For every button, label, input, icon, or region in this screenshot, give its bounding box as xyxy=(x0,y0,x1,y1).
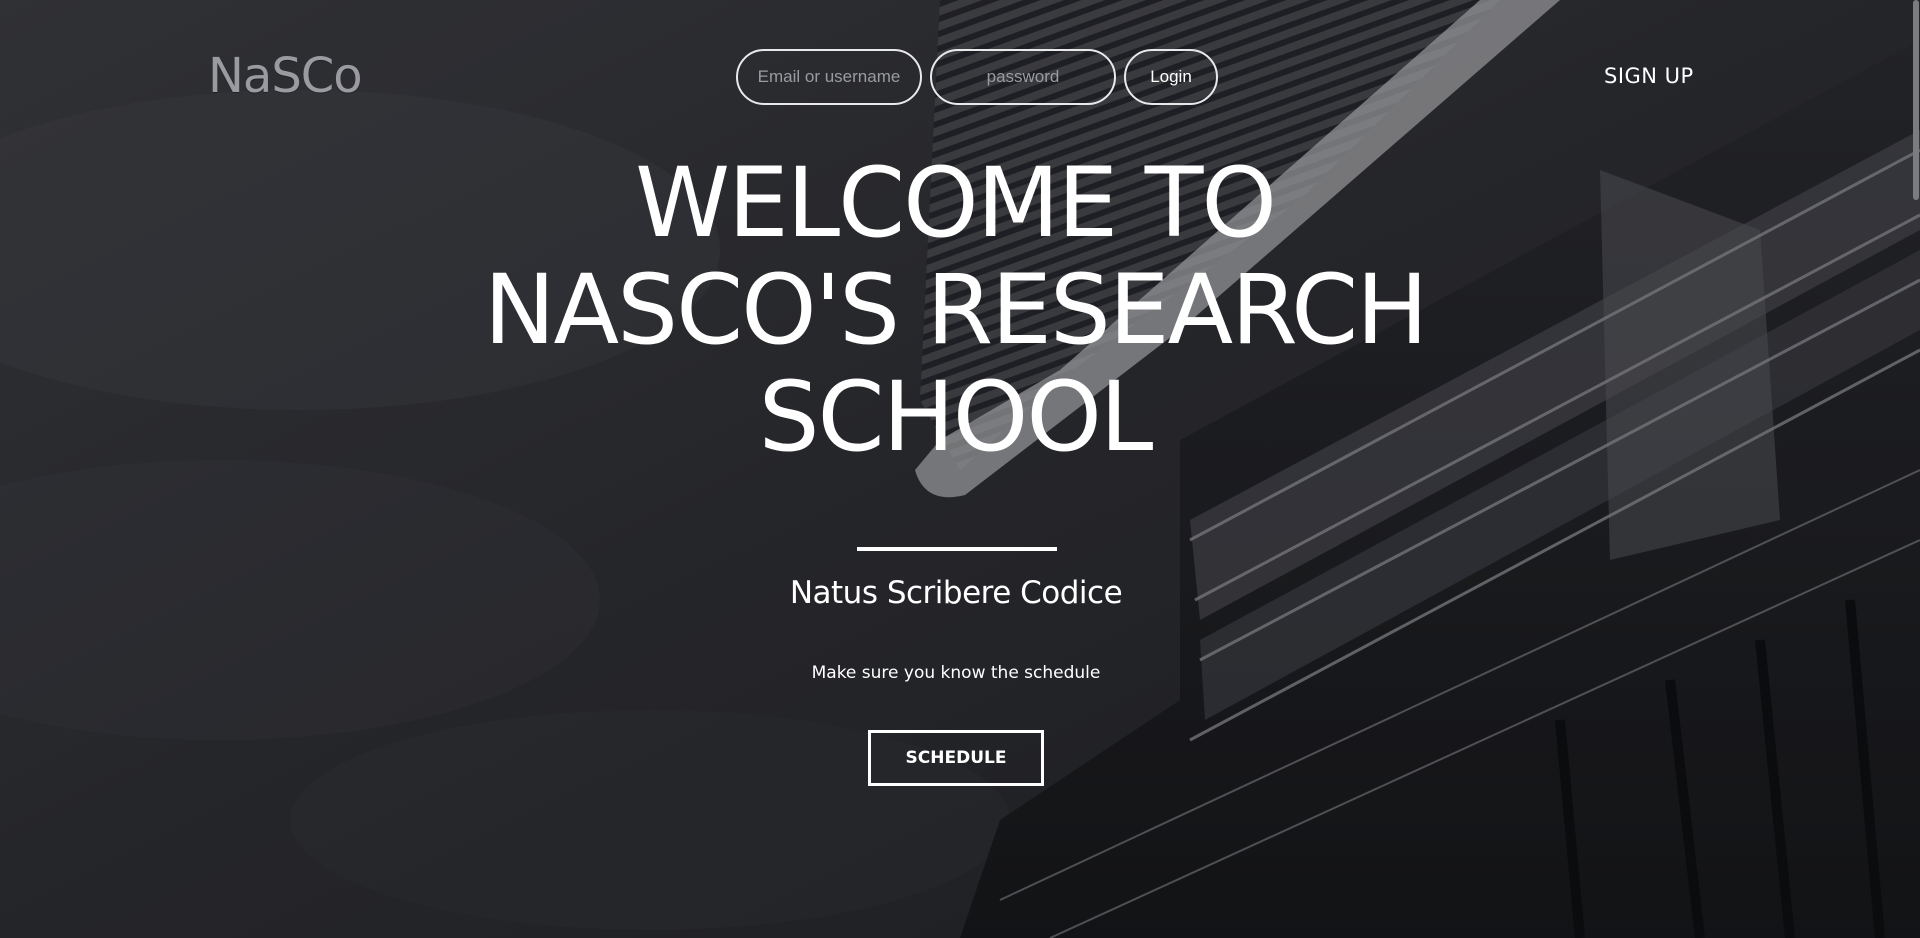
headline-line-3: SCHOOL xyxy=(758,361,1154,473)
page-scrollbar-thumb[interactable] xyxy=(1913,0,1919,200)
hero-headline: WELCOME TO NASCO'S RESEARCH SCHOOL xyxy=(360,150,1550,471)
password-input[interactable] xyxy=(930,49,1116,105)
email-input[interactable] xyxy=(736,49,922,105)
hero-divider xyxy=(857,547,1057,551)
headline-line-2: NASCO'S RESEARCH xyxy=(483,254,1429,366)
hero-subline: Make sure you know the schedule xyxy=(811,663,1101,683)
headline-line-1: WELCOME TO xyxy=(635,147,1277,259)
login-form: Login xyxy=(736,47,1218,107)
hero-tagline: Natus Scribere Codice xyxy=(789,575,1123,611)
hero-section: NaSCo Login SIGN UP WELCOME TO NASCO'S R… xyxy=(0,0,1920,938)
schedule-button[interactable]: SCHEDULE xyxy=(868,730,1044,786)
signup-link[interactable]: SIGN UP xyxy=(1604,64,1694,88)
login-button[interactable]: Login xyxy=(1124,49,1218,105)
brand-logo[interactable]: NaSCo xyxy=(208,48,363,104)
